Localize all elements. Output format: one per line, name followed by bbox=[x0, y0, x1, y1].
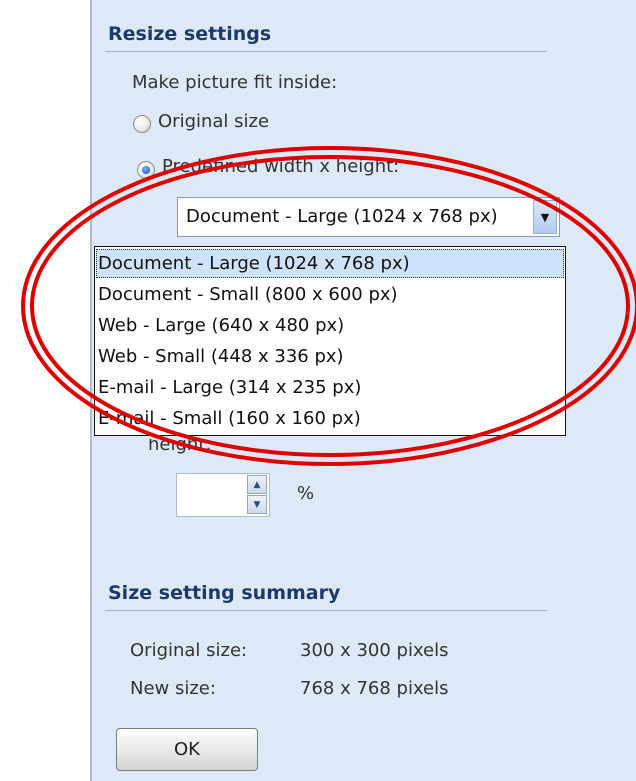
fit-inside-label: Make picture fit inside: bbox=[132, 72, 338, 93]
triangle-down-icon: ▼ bbox=[253, 499, 261, 510]
chevron-down-icon: ▼ bbox=[540, 210, 550, 224]
size-preset-value: Document - Large (1024 x 768 px) bbox=[186, 206, 498, 227]
dropdown-option-web-large[interactable]: Web - Large (640 x 480 px) bbox=[96, 311, 564, 340]
dropdown-option-email-large[interactable]: E-mail - Large (314 x 235 px) bbox=[96, 373, 564, 402]
dropdown-option-web-small[interactable]: Web - Small (448 x 336 px) bbox=[96, 342, 564, 371]
predefined-size-radio[interactable] bbox=[137, 161, 155, 179]
resize-settings-title: Resize settings bbox=[108, 23, 272, 45]
spin-up-button[interactable]: ▲ bbox=[247, 475, 267, 494]
size-preset-dropdown-list[interactable]: Document - Large (1024 x 768 px) Documen… bbox=[94, 246, 566, 436]
dropdown-option-email-small[interactable]: E-mail - Small (160 x 160 px) bbox=[96, 404, 564, 433]
dropdown-arrow-button[interactable]: ▼ bbox=[533, 200, 557, 234]
triangle-up-icon: ▲ bbox=[253, 479, 261, 490]
dropdown-option-document-small[interactable]: Document - Small (800 x 600 px) bbox=[96, 280, 564, 309]
size-summary-title: Size setting summary bbox=[108, 582, 341, 604]
size-summary-rule bbox=[105, 610, 547, 611]
dropdown-option-document-large[interactable]: Document - Large (1024 x 768 px) bbox=[96, 249, 564, 278]
original-size-summary-label: Original size: bbox=[130, 640, 248, 661]
original-size-radio[interactable] bbox=[133, 115, 151, 133]
size-preset-select[interactable]: Document - Large (1024 x 768 px) ▼ bbox=[177, 197, 560, 237]
original-size-label[interactable]: Original size bbox=[158, 111, 269, 132]
resize-settings-rule bbox=[105, 51, 547, 52]
ok-button[interactable]: OK bbox=[116, 728, 258, 771]
percent-spin-input[interactable]: ▲ ▼ bbox=[176, 473, 270, 517]
spin-down-button[interactable]: ▼ bbox=[247, 495, 267, 514]
original-size-summary-value: 300 x 300 pixels bbox=[300, 640, 449, 661]
new-size-summary-value: 768 x 768 pixels bbox=[300, 678, 449, 699]
new-size-summary-label: New size: bbox=[130, 678, 216, 699]
predefined-size-label[interactable]: Predefined width x height: bbox=[162, 156, 399, 177]
percent-sign: % bbox=[297, 483, 315, 504]
